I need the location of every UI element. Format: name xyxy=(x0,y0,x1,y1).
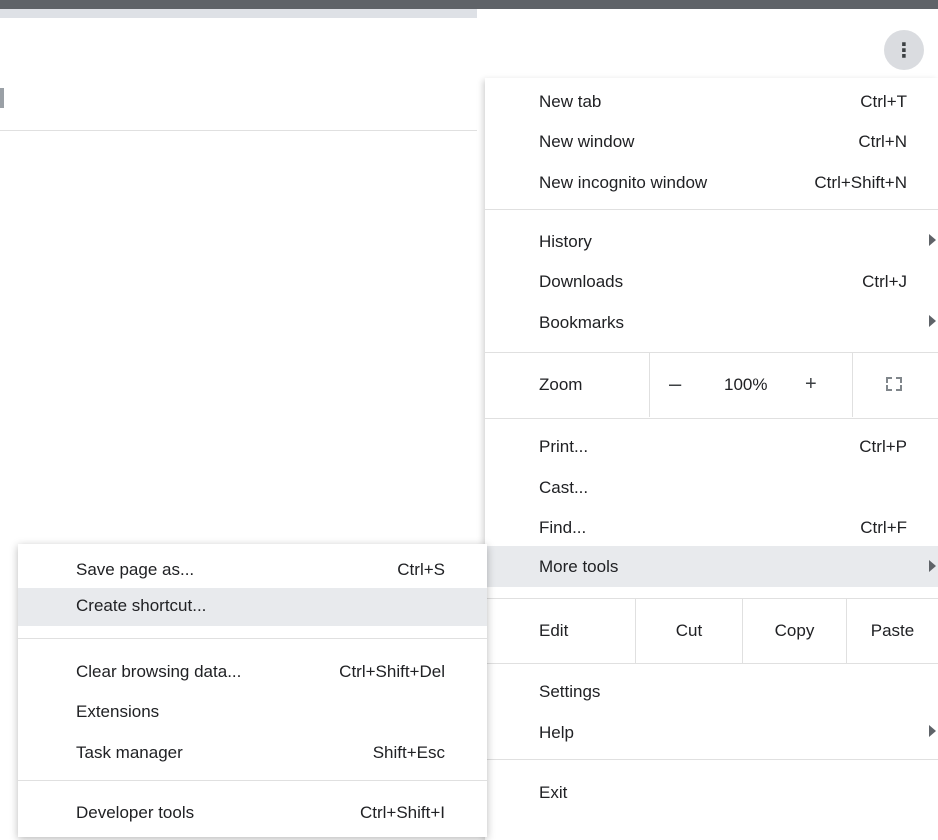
fullscreen-icon[interactable] xyxy=(886,377,902,391)
page-edge-marker xyxy=(0,88,4,108)
menu-separator xyxy=(485,209,938,210)
menu-item-new-tab[interactable]: New tab Ctrl+T xyxy=(485,84,938,120)
menu-item-label: New tab xyxy=(539,92,602,111)
menu-item-label: Developer tools xyxy=(76,803,195,822)
menu-item-label: Downloads xyxy=(539,272,624,291)
edit-label: Edit xyxy=(539,621,569,640)
menu-item-label: Save page as... xyxy=(76,560,195,579)
edit-row: Edit Cut Copy Paste xyxy=(485,599,938,663)
menu-item-more-tools[interactable]: More tools xyxy=(485,546,938,587)
menu-separator xyxy=(485,663,938,664)
more-tools-submenu: Save page as... Ctrl+S Create shortcut..… xyxy=(18,544,487,837)
menu-item-new-window[interactable]: New window Ctrl+N xyxy=(485,124,938,160)
submenu-item-task-manager[interactable]: Task manager Shift+Esc xyxy=(18,735,487,771)
menu-item-label: Create shortcut... xyxy=(76,596,207,615)
menu-separator xyxy=(485,418,938,419)
menu-separator xyxy=(18,780,487,781)
zoom-divider xyxy=(649,353,650,417)
page-divider xyxy=(0,130,477,131)
menu-item-label: Clear browsing data... xyxy=(76,662,242,681)
menu-item-label: Find... xyxy=(539,518,587,537)
zoom-out-button[interactable]: – xyxy=(669,371,681,397)
menu-item-new-incognito-window[interactable]: New incognito window Ctrl+Shift+N xyxy=(485,165,938,201)
menu-item-shortcut: Ctrl+Shift+Del xyxy=(339,662,445,681)
submenu-item-save-page-as[interactable]: Save page as... Ctrl+S xyxy=(18,552,487,588)
menu-item-shortcut: Ctrl+Shift+N xyxy=(814,173,907,192)
menu-item-shortcut: Ctrl+T xyxy=(860,92,907,111)
menu-item-exit[interactable]: Exit xyxy=(485,775,938,811)
kebab-menu-icon: ⋮ xyxy=(894,38,914,62)
browser-main-menu: New tab Ctrl+T New window Ctrl+N New inc… xyxy=(485,78,938,840)
submenu-arrow-icon xyxy=(929,725,936,737)
menu-item-label: Print... xyxy=(539,437,589,456)
browser-frame-top xyxy=(0,0,938,9)
menu-item-downloads[interactable]: Downloads Ctrl+J xyxy=(485,264,938,300)
menu-item-help[interactable]: Help xyxy=(485,715,938,751)
menu-item-label: Settings xyxy=(539,682,601,701)
menu-separator xyxy=(485,759,938,760)
kebab-menu-button[interactable]: ⋮ xyxy=(884,30,924,70)
zoom-in-button[interactable]: + xyxy=(805,373,817,396)
menu-item-label: Bookmarks xyxy=(539,313,625,332)
paste-button[interactable]: Paste xyxy=(847,599,938,663)
menu-item-shortcut: Ctrl+F xyxy=(860,518,907,537)
menu-item-shortcut: Shift+Esc xyxy=(372,743,445,762)
menu-item-label: Cast... xyxy=(539,478,589,497)
zoom-level: 100% xyxy=(724,375,768,394)
menu-item-label: Exit xyxy=(539,783,568,802)
submenu-item-clear-browsing-data[interactable]: Clear browsing data... Ctrl+Shift+Del xyxy=(18,654,487,690)
menu-item-label: More tools xyxy=(539,557,619,576)
menu-separator xyxy=(18,638,487,639)
menu-item-shortcut: Ctrl+S xyxy=(397,560,445,579)
menu-item-label: Help xyxy=(539,723,574,742)
submenu-arrow-icon xyxy=(929,560,936,572)
submenu-item-developer-tools[interactable]: Developer tools Ctrl+Shift+I xyxy=(18,795,487,831)
menu-item-shortcut: Ctrl+J xyxy=(862,272,907,291)
menu-item-label: New incognito window xyxy=(539,173,708,192)
menu-item-bookmarks[interactable]: Bookmarks xyxy=(485,305,938,341)
menu-item-cast[interactable]: Cast... xyxy=(485,470,938,506)
menu-item-history[interactable]: History xyxy=(485,224,938,260)
menu-item-label: New window xyxy=(539,132,635,151)
cut-button[interactable]: Cut xyxy=(636,599,742,663)
menu-item-find[interactable]: Find... Ctrl+F xyxy=(485,510,938,546)
menu-item-label: Extensions xyxy=(76,702,160,721)
menu-item-print[interactable]: Print... Ctrl+P xyxy=(485,429,938,465)
zoom-divider xyxy=(852,353,853,417)
menu-item-label: History xyxy=(539,232,592,251)
zoom-row: Zoom – 100% + xyxy=(485,353,938,417)
menu-item-label: Task manager xyxy=(76,743,183,762)
menu-item-shortcut: Ctrl+N xyxy=(858,132,907,151)
copy-button[interactable]: Copy xyxy=(743,599,846,663)
menu-item-settings[interactable]: Settings xyxy=(485,674,938,710)
submenu-item-extensions[interactable]: Extensions xyxy=(18,694,487,730)
menu-item-shortcut: Ctrl+P xyxy=(859,437,907,456)
submenu-item-create-shortcut[interactable]: Create shortcut... xyxy=(18,588,487,626)
zoom-label: Zoom xyxy=(539,375,583,394)
submenu-arrow-icon xyxy=(929,234,936,246)
submenu-arrow-icon xyxy=(929,315,936,327)
menu-item-shortcut: Ctrl+Shift+I xyxy=(359,803,445,822)
tab-strip xyxy=(0,9,477,18)
